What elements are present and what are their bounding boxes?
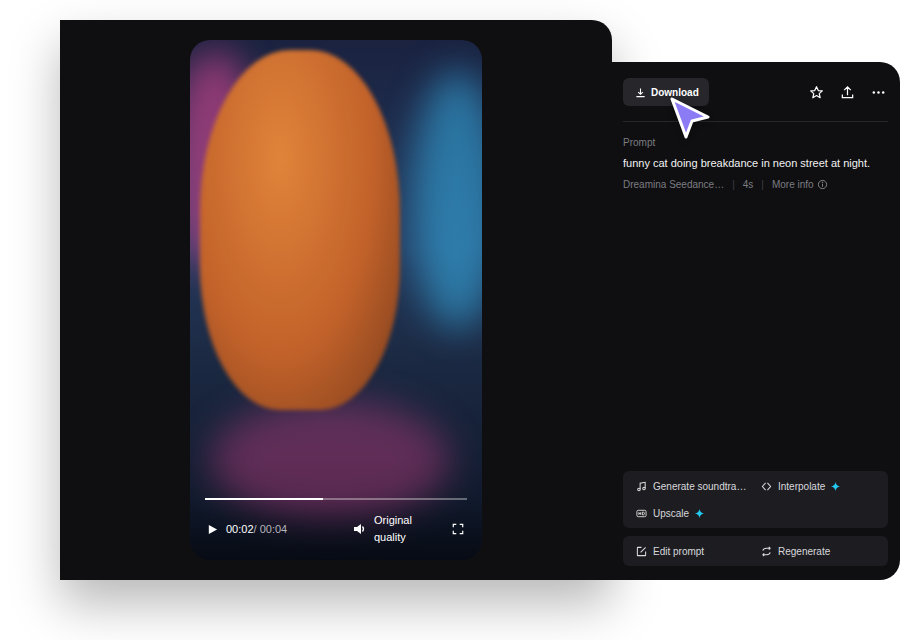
- time-display: 00:02/ 00:04: [226, 523, 287, 535]
- play-icon[interactable]: [207, 524, 218, 535]
- sparkle-icon: [695, 509, 704, 518]
- regenerate-icon: [761, 546, 772, 557]
- video-controls: 00:02/ 00:04 Original quality: [190, 498, 482, 560]
- action-button[interactable]: Regenerate: [761, 544, 878, 558]
- tool-button[interactable]: Upscale: [636, 506, 753, 520]
- progress-fill: [205, 498, 323, 500]
- tool-button[interactable]: Generate soundtra…: [636, 479, 753, 493]
- more-info-link[interactable]: More info: [772, 179, 828, 190]
- sparkle-icon: [831, 482, 840, 491]
- detail-panel: Download Prompt funny cat doing breakdance…: [612, 62, 900, 580]
- quality-selector[interactable]: Original quality: [374, 512, 430, 546]
- prompt-label: Prompt: [623, 137, 888, 148]
- video-frame: [190, 40, 482, 560]
- meta-line: Dreamina Seedance… | 4s | More info: [623, 179, 888, 190]
- meta-separator: |: [732, 179, 735, 190]
- meta-separator: |: [761, 179, 764, 190]
- player-panel: 00:02/ 00:04 Original quality: [60, 20, 612, 580]
- hd-icon: [636, 508, 647, 519]
- actions-box: Edit prompt Regenerate: [623, 536, 888, 566]
- info-icon: [817, 179, 828, 190]
- share-icon[interactable]: [840, 85, 855, 100]
- cursor-icon: [668, 95, 712, 143]
- prompt-text: funny cat doing breakdance in neon stree…: [623, 156, 888, 171]
- star-icon[interactable]: [809, 85, 824, 100]
- stage: 00:02/ 00:04 Original quality Download Prom…: [0, 0, 900, 640]
- video-length: 4s: [743, 179, 754, 190]
- progress-bar[interactable]: [205, 498, 467, 500]
- header: Download: [623, 78, 888, 122]
- model-name: Dreamina Seedance…: [623, 179, 724, 190]
- volume-icon[interactable]: [352, 522, 366, 536]
- video-card[interactable]: 00:02/ 00:04 Original quality: [190, 40, 482, 560]
- tool-button[interactable]: Interpolate: [761, 479, 878, 493]
- music-icon: [636, 481, 647, 492]
- action-button[interactable]: Edit prompt: [636, 544, 753, 558]
- prompt-section: Prompt funny cat doing breakdance in neon…: [623, 122, 888, 190]
- download-button[interactable]: Download: [623, 78, 709, 106]
- tools-box: Generate soundtra… Interpolate Upscale: [623, 471, 888, 528]
- download-icon: [635, 87, 646, 98]
- edit-icon: [636, 546, 647, 557]
- fullscreen-icon[interactable]: [452, 523, 464, 535]
- more-icon[interactable]: [871, 85, 886, 100]
- interpolate-icon: [761, 481, 772, 492]
